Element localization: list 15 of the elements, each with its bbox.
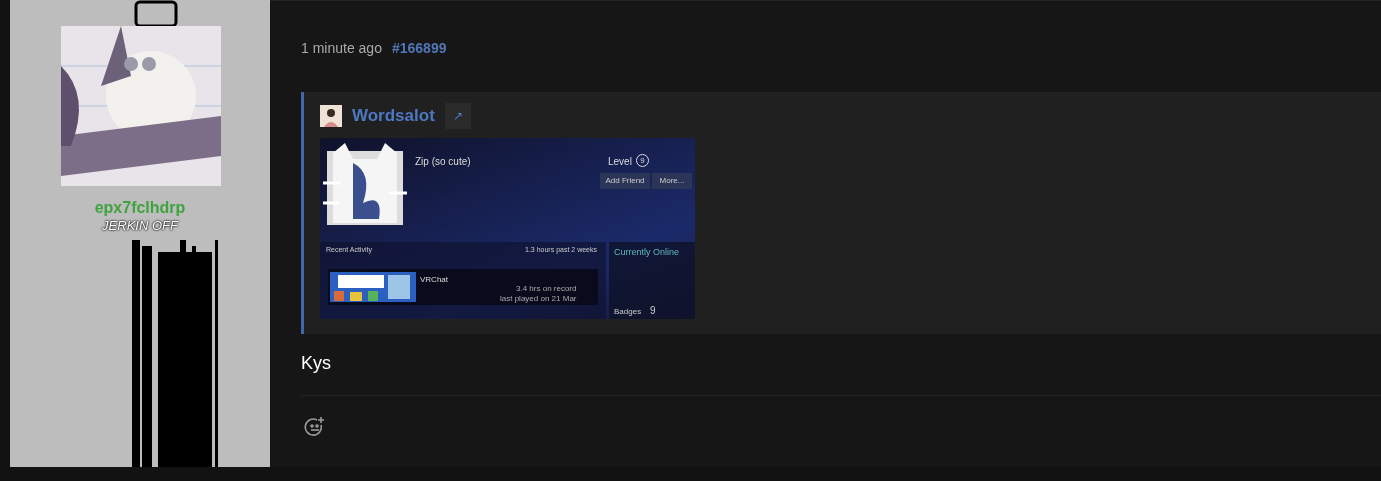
avatar-icon xyxy=(320,105,342,127)
badges-count: 9 xyxy=(650,304,656,318)
game-hours: 3.4 hrs on record xyxy=(516,283,577,295)
game-name: VRChat xyxy=(420,274,448,286)
quote-author-link[interactable]: Wordsalot xyxy=(352,103,435,129)
add-reaction-icon[interactable] xyxy=(304,416,326,438)
profile-name: Zip (so cute) xyxy=(415,155,471,169)
post-body: Kys xyxy=(301,352,332,375)
jump-button[interactable]: ↗ xyxy=(444,103,471,129)
game-last-played: last played on 21 Mar xyxy=(500,293,577,305)
post-number-link[interactable]: #166899 xyxy=(391,37,447,59)
online-status: Currently Online xyxy=(614,246,680,259)
post-time: 1 minute ago xyxy=(301,38,382,58)
level-label: Level xyxy=(608,155,632,169)
badges-label: Badges xyxy=(614,306,642,318)
